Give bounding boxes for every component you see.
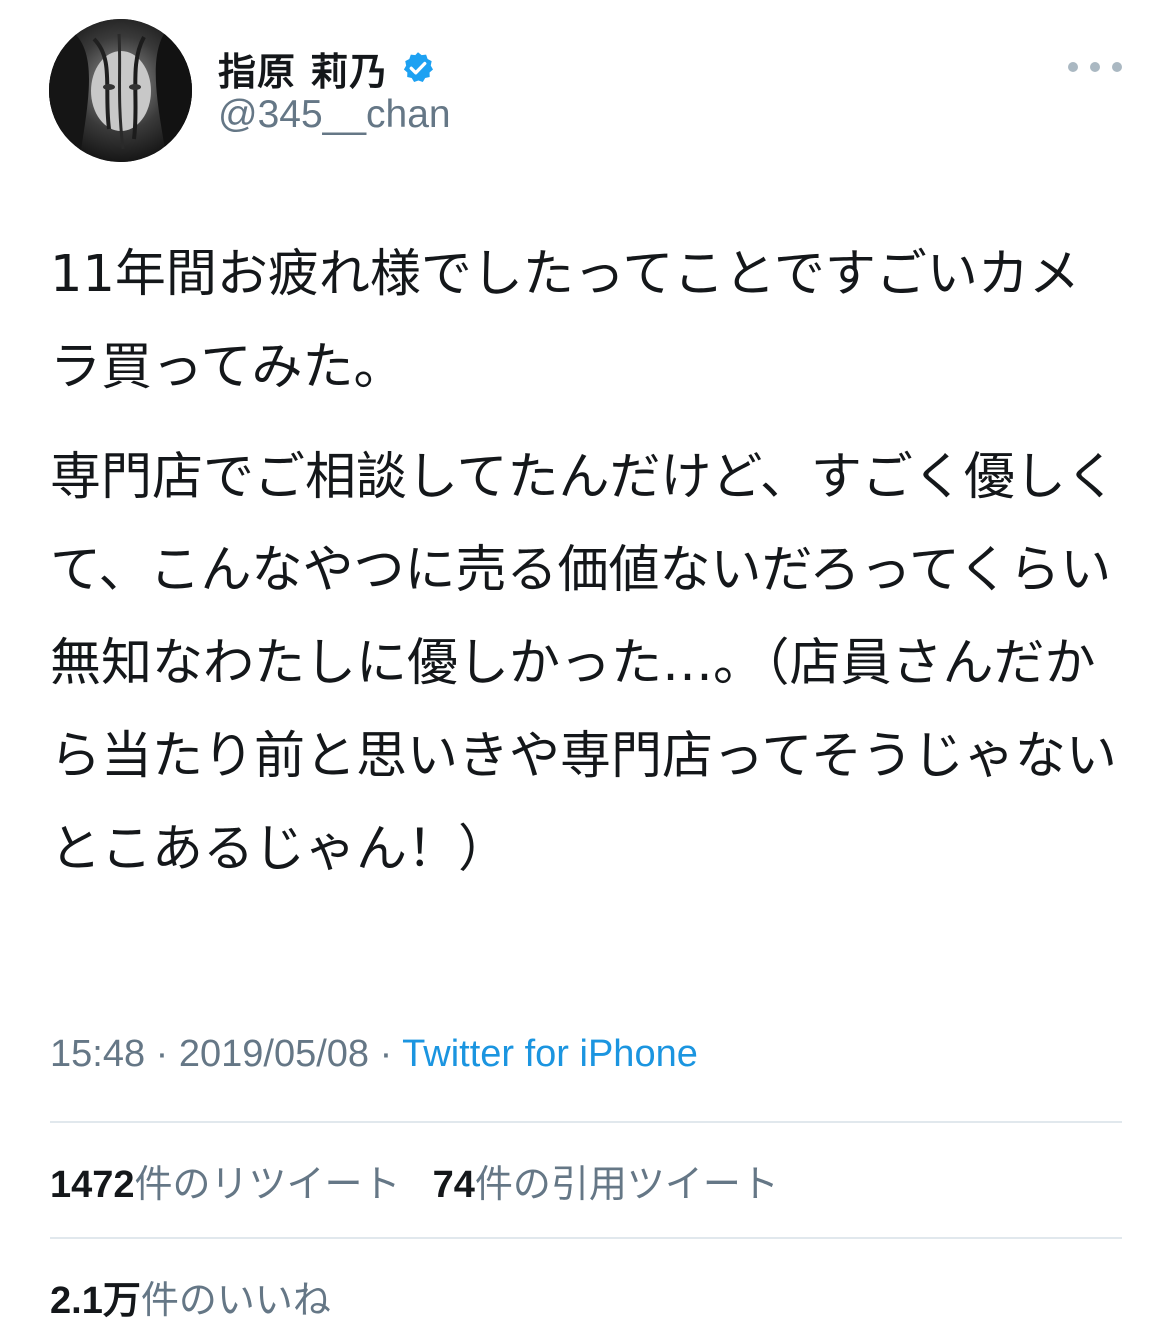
tweet-metadata: 15:48 · 2019/05/08 · Twitter for iPhone <box>50 1033 698 1076</box>
divider <box>50 1237 1122 1239</box>
quote-tweets-link[interactable]: 74件の引用ツイート <box>433 1162 779 1206</box>
user-handle[interactable]: @345__chan <box>218 93 451 137</box>
retweets-label: 件のリツイート <box>134 1162 401 1206</box>
avatar[interactable] <box>49 19 192 162</box>
tweet-paragraph: 11年間お疲れ様でしたってことですごいカメラ買ってみた。 <box>50 245 1080 397</box>
verified-badge-icon <box>404 52 434 82</box>
likes-link[interactable]: 2.1万件のいいね <box>50 1278 331 1322</box>
display-name[interactable]: 指原 莉乃 <box>218 42 436 94</box>
more-horizontal-icon-dot <box>1112 62 1122 72</box>
tweet-source-link[interactable]: Twitter for iPhone <box>402 1033 698 1075</box>
avatar-image <box>49 19 192 162</box>
likes-label: 件のいいね <box>140 1278 331 1322</box>
divider <box>50 1121 1122 1123</box>
retweets-link[interactable]: 1472件のリツイート <box>50 1162 401 1206</box>
quote-tweets-count: 74 <box>432 1164 475 1206</box>
more-horizontal-icon-dot <box>1068 62 1078 72</box>
tweet-date[interactable]: 2019/05/08 <box>179 1033 369 1075</box>
tweet-paragraph: 専門店でご相談してたんだけど、すごく優しくて、こんなやつに売る価値ないだろってく… <box>50 448 1117 879</box>
meta-separator: · <box>369 1033 403 1075</box>
more-options-button[interactable] <box>1068 52 1122 82</box>
display-name-text[interactable]: 指原 莉乃 <box>218 41 388 96</box>
engagement-stats-row: 1472件のリツイート 74件の引用ツイート <box>50 1153 779 1208</box>
quote-tweets-label: 件の引用ツイート <box>474 1162 779 1206</box>
tweet-time[interactable]: 15:48 <box>50 1033 145 1075</box>
more-horizontal-icon-dot <box>1090 62 1100 72</box>
meta-separator: · <box>145 1033 179 1075</box>
retweets-count: 1472 <box>50 1164 135 1206</box>
likes-stats-row: 2.1万件のいいね <box>50 1269 331 1324</box>
likes-count: 2.1万 <box>50 1280 141 1322</box>
tweet-text: 11年間お疲れ様でしたってことですごいカメラ買ってみた。 専門店でご相談してたん… <box>50 228 1125 896</box>
